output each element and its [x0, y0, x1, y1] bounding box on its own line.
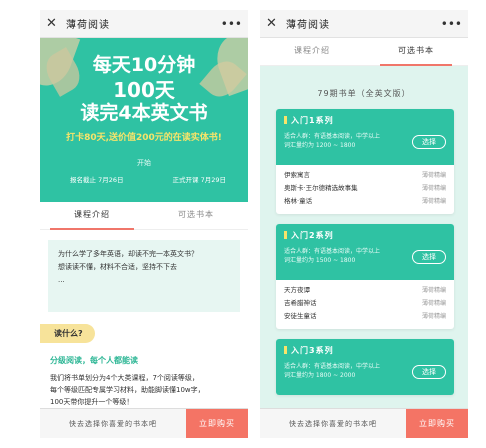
tab-bar: 课程介绍 可选书本 [260, 38, 468, 66]
book-item: 格林·童话 薄荷精编 [276, 195, 454, 208]
book-list-body: 79期书单（全英文版） 入门1系列 适合人群：有语基本阅读，中学以上 词汇量约为… [260, 66, 468, 408]
select-series-button[interactable]: 选择 [412, 135, 446, 149]
book-level: 薄荷精编 [421, 185, 446, 192]
intro-question: 想读读不懂，材料不合适，坚持不下去 [58, 263, 177, 271]
book-level: 薄荷精编 [421, 198, 446, 205]
bottom-hint: 快去选择你喜爱的书本吧 [289, 419, 377, 428]
book-item: 伊索寓言 薄荷精编 [276, 169, 454, 182]
series-name: 入门3系列 [284, 345, 446, 356]
series-book-list: 天方夜谭 薄荷精编 吉希腊神话 薄荷精编 安徒生童话 薄荷精编 [276, 280, 454, 329]
section-subheading: 分级阅读，每个人都能读 [50, 356, 138, 365]
series-card: 入门2系列 适合人群：有语基本阅读，中学以上 词汇量约为 1500 ~ 1800… [276, 224, 454, 329]
book-item: 奥斯卡·王尔德精选故事集 薄荷精编 [276, 182, 454, 195]
app-titlebar: ✕ 薄荷阅读 ••• [260, 10, 468, 38]
series-card: 入门3系列 适合人群：有语基本阅读，中学以上 词汇量约为 1800 ~ 2000… [276, 339, 454, 395]
book-item: 天方夜谭 薄荷精编 [276, 284, 454, 297]
close-icon[interactable]: ✕ [46, 10, 60, 38]
description-line: 我们将书单划分为4个大类课程，7个阅读等级， [50, 374, 199, 382]
phone-book-list: ✕ 薄荷阅读 ••• 课程介绍 可选书本 79期书单（全英文版） 入门1系列 适… [260, 10, 468, 438]
tab-book-list[interactable]: 可选书本 [144, 202, 248, 229]
book-title: 吉希腊神话 [284, 299, 317, 307]
book-level: 薄荷精编 [421, 172, 446, 179]
tab-book-list[interactable]: 可选书本 [364, 38, 468, 66]
app-titlebar: ✕ 薄荷阅读 ••• [40, 10, 248, 38]
banner-tag: 开始 [137, 159, 151, 167]
series-name: 入门1系列 [284, 115, 446, 126]
book-list-heading: 79期书单（全英文版） [317, 89, 411, 98]
buy-now-button[interactable]: 立即购买 [186, 408, 248, 438]
book-title: 格林·童话 [284, 197, 313, 205]
series-card: 入门1系列 适合人群：有语基本阅读，中学以上 词汇量约为 1200 ~ 1800… [276, 109, 454, 214]
screenshot-stage: ✕ 薄荷阅读 ••• 每天10分钟 100天 读完4本英文书 打卡80天,送价值… [0, 0, 486, 448]
book-level: 薄荷精编 [421, 287, 446, 294]
series-name: 入门2系列 [284, 230, 446, 241]
description-line: 100天带你提升一个等级！ [50, 398, 134, 406]
series-book-list: 伊索寓言 薄荷精编 奥斯卡·王尔德精选故事集 薄荷精编 格林·童话 薄荷精编 [276, 165, 454, 214]
bottom-hint: 快去选择你喜爱的书本吧 [69, 419, 157, 428]
bottom-action-bar: 快去选择你喜爱的书本吧 立即购买 [260, 408, 468, 438]
book-level: 薄荷精编 [421, 313, 446, 320]
phone-course-intro: ✕ 薄荷阅读 ••• 每天10分钟 100天 读完4本英文书 打卡80天,送价值… [40, 10, 248, 438]
book-item: 安徒生童话 薄荷精编 [276, 310, 454, 323]
banner-promo-text: 打卡80天,送价值200元的在读实体书! [66, 133, 222, 143]
description-line: 每个等级匹配专属学习材料，助能脚读懂10w字， [50, 386, 205, 394]
book-item: 吉希腊神话 薄荷精编 [276, 297, 454, 310]
app-title: 薄荷阅读 [286, 20, 330, 31]
series-card-header: 入门1系列 适合人群：有语基本阅读，中学以上 词汇量约为 1200 ~ 1800… [276, 109, 454, 165]
book-level: 薄荷精编 [421, 300, 446, 307]
section-description: 我们将书单划分为4个大类课程，7个阅读等级， 每个等级匹配专属学习材料，助能脚读… [50, 372, 238, 408]
buy-now-button[interactable]: 立即购买 [406, 408, 468, 438]
banner-headline-1: 每天10分钟 [92, 54, 196, 76]
tab-course-intro[interactable]: 课程介绍 [260, 38, 364, 65]
book-title: 伊索寓言 [284, 171, 310, 179]
tab-bar: 课程介绍 可选书本 [40, 202, 248, 230]
intro-questions: 为什么学了多年英语，却读不完一本英文书？ 想读读不懂，材料不合适，坚持不下去 .… [48, 240, 240, 312]
signup-deadline: 报名截止 7月26日 [70, 176, 124, 184]
series-card-header: 入门2系列 适合人群：有语基本阅读，中学以上 词汇量约为 1500 ~ 1800… [276, 224, 454, 280]
app-title: 薄荷阅读 [66, 20, 110, 31]
more-icon[interactable]: ••• [221, 17, 242, 31]
book-title: 奥斯卡·王尔德精选故事集 [284, 184, 358, 192]
select-series-button[interactable]: 选择 [412, 250, 446, 264]
series-card-header: 入门3系列 适合人群：有语基本阅读，中学以上 词汇量约为 1800 ~ 2000… [276, 339, 454, 395]
intro-ellipsis: ... [58, 276, 65, 284]
close-icon[interactable]: ✕ [266, 10, 280, 38]
book-title: 安徒生童话 [284, 312, 317, 320]
book-title: 天方夜谭 [284, 286, 310, 294]
select-series-button[interactable]: 选择 [412, 365, 446, 379]
banner-headline-3: 读完4本英文书 [80, 102, 208, 124]
course-start-date: 正式开课 7月29日 [172, 176, 226, 184]
section-label-what-to-read: 读什么? [40, 324, 95, 343]
more-icon[interactable]: ••• [441, 17, 462, 31]
tab-course-intro[interactable]: 课程介绍 [40, 202, 144, 230]
intro-question: 为什么学了多年英语，却读不完一本英文书？ [58, 250, 198, 258]
bottom-action-bar: 快去选择你喜爱的书本吧 立即购买 [40, 408, 248, 438]
promo-banner: 每天10分钟 100天 读完4本英文书 打卡80天,送价值200元的在读实体书!… [40, 38, 248, 202]
